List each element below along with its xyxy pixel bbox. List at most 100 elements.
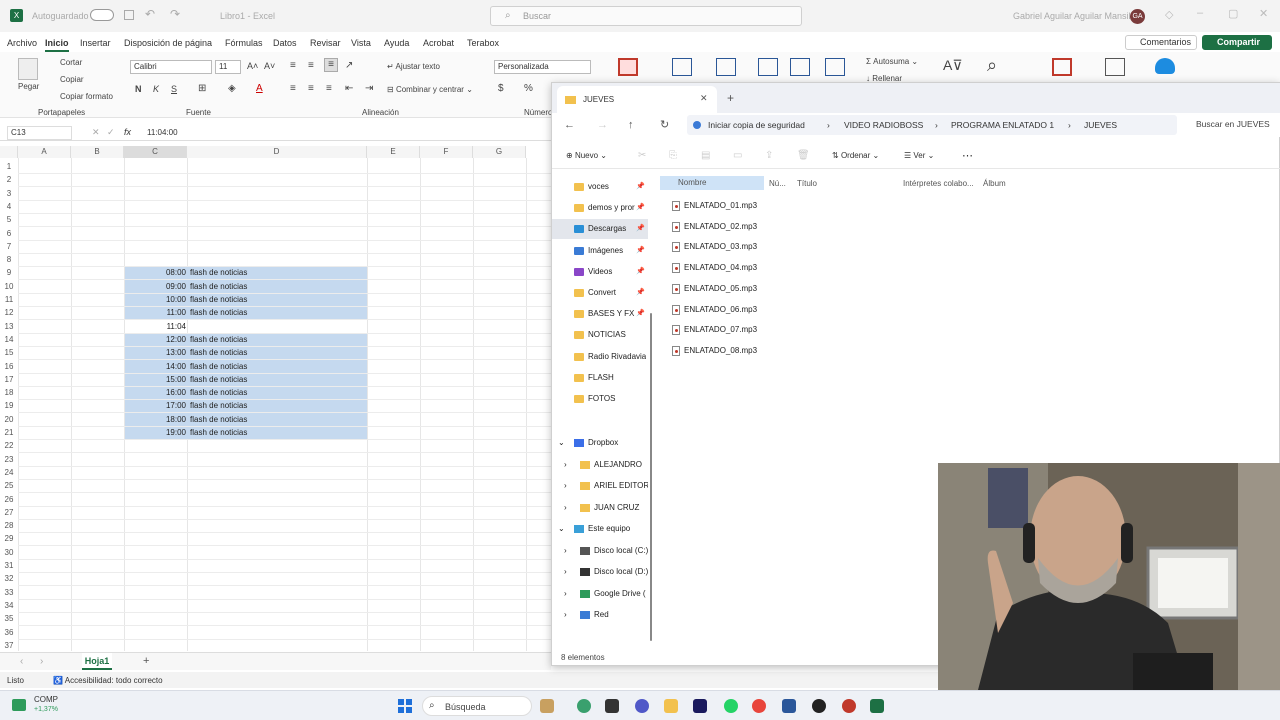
chevron-icon[interactable]: › xyxy=(564,455,567,475)
pin-icon[interactable]: 📌 xyxy=(636,219,645,239)
sheet-tab-hoja1[interactable]: Hoja1 xyxy=(82,653,112,670)
column-header-g[interactable]: G xyxy=(473,146,526,158)
nav-item[interactable]: Videos 📌 xyxy=(552,262,648,282)
cell-label[interactable]: flash de noticias xyxy=(190,346,247,359)
chevron-icon[interactable]: › xyxy=(564,562,567,582)
chevron-icon[interactable]: › xyxy=(564,498,567,518)
wrap-text-button[interactable]: ↵ Ajustar texto xyxy=(387,62,440,71)
confirm-entry-icon[interactable]: ✓ xyxy=(107,127,115,138)
row-header[interactable]: 5 xyxy=(0,213,18,226)
cell-styles-icon[interactable] xyxy=(716,58,736,76)
cut-icon[interactable]: ✂ xyxy=(638,150,646,161)
row-header[interactable]: 37 xyxy=(0,639,18,651)
undo-icon[interactable]: ↶ xyxy=(145,7,155,21)
pin-icon[interactable]: 📌 xyxy=(636,304,645,324)
next-sheet-icon[interactable]: › xyxy=(40,656,43,667)
breadcrumb-item-3[interactable]: JUEVES xyxy=(1084,115,1117,135)
row-header[interactable]: 32 xyxy=(0,572,18,585)
nav-item[interactable]: Descargas 📌 xyxy=(552,219,648,240)
copy-icon[interactable]: ⎘ xyxy=(669,150,677,161)
share-icon[interactable]: ⇪ xyxy=(765,150,773,161)
avatar[interactable]: GA xyxy=(1130,9,1145,24)
rename-icon[interactable]: ▭ xyxy=(733,150,742,161)
cell-time[interactable]: 15:00 xyxy=(125,373,186,386)
row-header[interactable]: 26 xyxy=(0,493,18,506)
accessibility-status[interactable]: ♿ Accesibilidad: todo correcto xyxy=(53,676,163,685)
widgets-icon[interactable] xyxy=(540,699,554,713)
cell-time[interactable]: 16:00 xyxy=(125,386,186,399)
increase-indent-icon[interactable]: ⇥ xyxy=(365,83,373,94)
orientation-icon[interactable]: ↗ xyxy=(345,60,353,71)
cell-time[interactable]: 10:00 xyxy=(125,293,186,306)
percent-icon[interactable]: % xyxy=(524,83,533,94)
row-header[interactable]: 29 xyxy=(0,532,18,545)
nav-dropbox-item[interactable]: › JUAN CRUZ xyxy=(552,498,648,518)
function-icon[interactable]: fx xyxy=(124,127,131,137)
up-icon[interactable]: ↑ xyxy=(628,119,634,131)
nav-this-pc[interactable]: ⌄ Este equipo xyxy=(552,519,648,539)
cell-time[interactable]: 17:00 xyxy=(125,399,186,412)
column-header-b[interactable]: B xyxy=(71,146,124,158)
row-header[interactable]: 27 xyxy=(0,506,18,519)
col-nombre[interactable]: Nombre xyxy=(660,176,764,190)
nav-item[interactable]: voces 📌 xyxy=(552,177,648,197)
explorer-search-input[interactable]: Buscar en JUEVES xyxy=(1196,119,1270,129)
copy-button[interactable]: Copiar xyxy=(60,75,84,84)
cell-label[interactable]: flash de noticias xyxy=(190,266,247,279)
align-left-icon[interactable]: ≡ xyxy=(290,83,296,94)
pin-icon[interactable]: 📌 xyxy=(636,177,645,197)
conditional-format-icon[interactable] xyxy=(618,58,638,76)
new-button[interactable]: ⊕ Nuevo ⌄ xyxy=(566,151,607,160)
app2-icon[interactable] xyxy=(842,699,856,713)
cell-label[interactable]: flash de noticias xyxy=(190,306,247,319)
align-right-icon[interactable]: ≡ xyxy=(326,83,332,94)
comments-button[interactable]: Comentarios xyxy=(1125,35,1197,50)
format-painter-button[interactable]: Copiar formato xyxy=(60,92,113,101)
chevron-icon[interactable]: ⌄ xyxy=(558,519,565,539)
chrome-icon[interactable] xyxy=(752,699,766,713)
row-header[interactable]: 15 xyxy=(0,346,18,359)
row-header[interactable]: 9 xyxy=(0,266,18,279)
nav-item[interactable]: NOTICIAS xyxy=(552,325,648,345)
row-header[interactable]: 12 xyxy=(0,306,18,319)
file-explorer-taskbar-icon[interactable] xyxy=(664,699,678,713)
paste-icon[interactable]: ▤ xyxy=(701,150,710,161)
tab-vista[interactable]: Vista xyxy=(351,38,371,48)
nav-pc-item[interactable]: › Red xyxy=(552,605,648,625)
cell-time[interactable]: 12:00 xyxy=(125,333,186,346)
cell-time[interactable]: 19:00 xyxy=(125,426,186,439)
col-interpretes[interactable]: Intérpretes colabo... xyxy=(903,179,974,188)
sort-filter-icon[interactable]: A⊽ xyxy=(943,57,963,74)
cell-label[interactable]: flash de noticias xyxy=(190,399,247,412)
font-color-icon[interactable]: A xyxy=(256,83,263,94)
row-header[interactable]: 35 xyxy=(0,612,18,625)
cell-time[interactable]: 18:00 xyxy=(125,413,186,426)
cell-label[interactable]: flash de noticias xyxy=(190,333,247,346)
nav-item[interactable]: FLASH xyxy=(552,368,648,388)
column-header-c[interactable]: C xyxy=(124,146,187,158)
chevron-icon[interactable]: › xyxy=(564,605,567,625)
column-header-e[interactable]: E xyxy=(367,146,420,158)
excel-taskbar-icon[interactable] xyxy=(870,699,884,713)
search-box[interactable]: ⌕ Buscar xyxy=(490,6,802,26)
pin-icon[interactable]: 📌 xyxy=(636,241,645,261)
tab-disposicion[interactable]: Disposición de página xyxy=(124,38,212,48)
shrink-font-icon[interactable]: A˅ xyxy=(264,61,275,71)
redo-icon[interactable]: ↷ xyxy=(170,7,180,21)
copilot-icon[interactable] xyxy=(577,699,591,713)
weather-icon[interactable] xyxy=(12,699,26,711)
row-header[interactable]: 3 xyxy=(0,187,18,200)
nav-item[interactable]: BASES Y FX 📌 xyxy=(552,304,648,324)
row-header[interactable]: 36 xyxy=(0,626,18,639)
analyze-data-icon[interactable] xyxy=(1105,58,1125,76)
row-header[interactable]: 33 xyxy=(0,586,18,599)
row-header[interactable]: 23 xyxy=(0,453,18,466)
nav-item[interactable]: Imágenes 📌 xyxy=(552,241,648,261)
nav-item[interactable]: demos y pror 📌 xyxy=(552,198,648,218)
cloud-upload-icon[interactable] xyxy=(1155,58,1175,74)
backup-link[interactable]: Iniciar copia de seguridad xyxy=(708,115,805,135)
add-sheet-icon[interactable]: + xyxy=(143,655,149,667)
row-header[interactable]: 8 xyxy=(0,253,18,266)
align-bottom-icon[interactable]: ≡ xyxy=(324,58,338,72)
nav-item[interactable]: FOTOS xyxy=(552,389,648,409)
